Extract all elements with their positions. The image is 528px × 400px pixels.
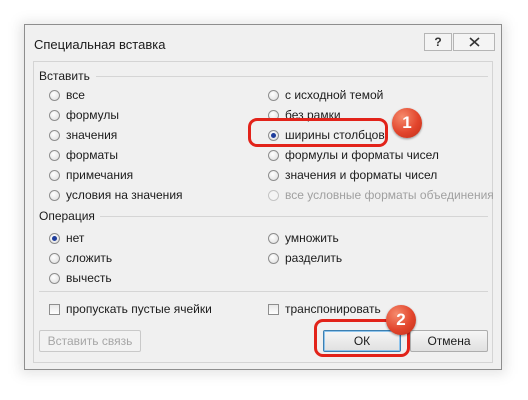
option-label: формулы xyxy=(66,108,119,122)
option-label: условия на значения xyxy=(66,188,183,202)
paste-option-merge-conditional-formats: все условные форматы объединения xyxy=(268,187,494,203)
operation-option-multiply[interactable]: умножить xyxy=(268,230,339,246)
checkbox-label: пропускать пустые ячейки xyxy=(66,302,212,316)
option-label: значения xyxy=(66,128,118,142)
paste-link-button[interactable]: Вставить связь xyxy=(39,330,141,352)
radio-all[interactable] xyxy=(49,89,60,101)
radio-formulas[interactable] xyxy=(49,109,60,121)
radio-source-theme[interactable] xyxy=(268,89,279,101)
transpose-checkbox[interactable]: транспонировать xyxy=(268,301,381,317)
option-label: все xyxy=(66,88,85,102)
option-label: форматы xyxy=(66,148,119,162)
operation-option-none[interactable]: нет xyxy=(49,230,84,246)
option-label: с исходной темой xyxy=(285,88,384,102)
radio-validation[interactable] xyxy=(49,189,60,201)
radio-values[interactable] xyxy=(49,129,60,141)
paste-special-dialog: Специальная вставка ? Вставить все форму… xyxy=(24,24,502,370)
paste-option-values[interactable]: значения xyxy=(49,127,117,143)
paste-option-source-theme[interactable]: с исходной темой xyxy=(268,87,383,103)
checkbox-box[interactable] xyxy=(268,303,279,315)
operation-divider xyxy=(100,216,488,217)
radio-multiply[interactable] xyxy=(268,232,279,244)
option-label: значения и форматы чисел xyxy=(285,168,438,182)
option-label: разделить xyxy=(285,251,343,265)
radio-subtract[interactable] xyxy=(49,272,60,284)
options-divider xyxy=(39,291,488,292)
paste-option-values-number-formats[interactable]: значения и форматы чисел xyxy=(268,167,437,183)
paste-section-label: Вставить xyxy=(39,69,90,83)
paste-option-formats[interactable]: форматы xyxy=(49,147,118,163)
radio-formulas-number-formats[interactable] xyxy=(268,149,279,161)
column-widths-highlight xyxy=(248,118,388,147)
close-icon xyxy=(469,37,480,47)
paste-divider xyxy=(96,76,488,77)
skip-blanks-checkbox[interactable]: пропускать пустые ячейки xyxy=(49,301,212,317)
operation-option-divide[interactable]: разделить xyxy=(268,250,342,266)
radio-add[interactable] xyxy=(49,252,60,264)
operation-option-subtract[interactable]: вычесть xyxy=(49,270,112,286)
checkbox-label: транспонировать xyxy=(285,302,381,316)
option-label: вычесть xyxy=(66,271,112,285)
operation-option-add[interactable]: сложить xyxy=(49,250,112,266)
paste-option-formulas-number-formats[interactable]: формулы и форматы чисел xyxy=(268,147,439,163)
paste-option-comments[interactable]: примечания xyxy=(49,167,133,183)
radio-none-selected[interactable] xyxy=(49,232,60,244)
option-label: нет xyxy=(66,231,85,245)
option-label: примечания xyxy=(66,168,134,182)
title-bar[interactable]: Специальная вставка ? xyxy=(25,25,501,61)
operation-section-label: Операция xyxy=(39,209,95,223)
dialog-body: Вставить все формулы значения форматы пр… xyxy=(33,61,494,363)
paste-option-all[interactable]: все xyxy=(49,87,85,103)
paste-option-validation[interactable]: условия на значения xyxy=(49,187,183,203)
dialog-title: Специальная вставка xyxy=(34,37,166,52)
radio-divide[interactable] xyxy=(268,252,279,264)
radio-formats[interactable] xyxy=(49,149,60,161)
paste-option-formulas[interactable]: формулы xyxy=(49,107,119,123)
option-label: все условные форматы объединения xyxy=(285,188,494,202)
radio-comments[interactable] xyxy=(49,169,60,181)
cancel-button[interactable]: Отмена xyxy=(410,330,488,352)
radio-merge-conditional-formats xyxy=(268,189,279,201)
option-label: сложить xyxy=(66,251,113,265)
help-button[interactable]: ? xyxy=(424,33,452,51)
step-marker-2: 2 xyxy=(386,305,416,335)
option-label: умножить xyxy=(285,231,339,245)
close-button[interactable] xyxy=(453,33,495,51)
checkbox-box[interactable] xyxy=(49,303,60,315)
option-label: формулы и форматы чисел xyxy=(285,148,439,162)
step-marker-1: 1 xyxy=(392,108,422,138)
radio-values-number-formats[interactable] xyxy=(268,169,279,181)
